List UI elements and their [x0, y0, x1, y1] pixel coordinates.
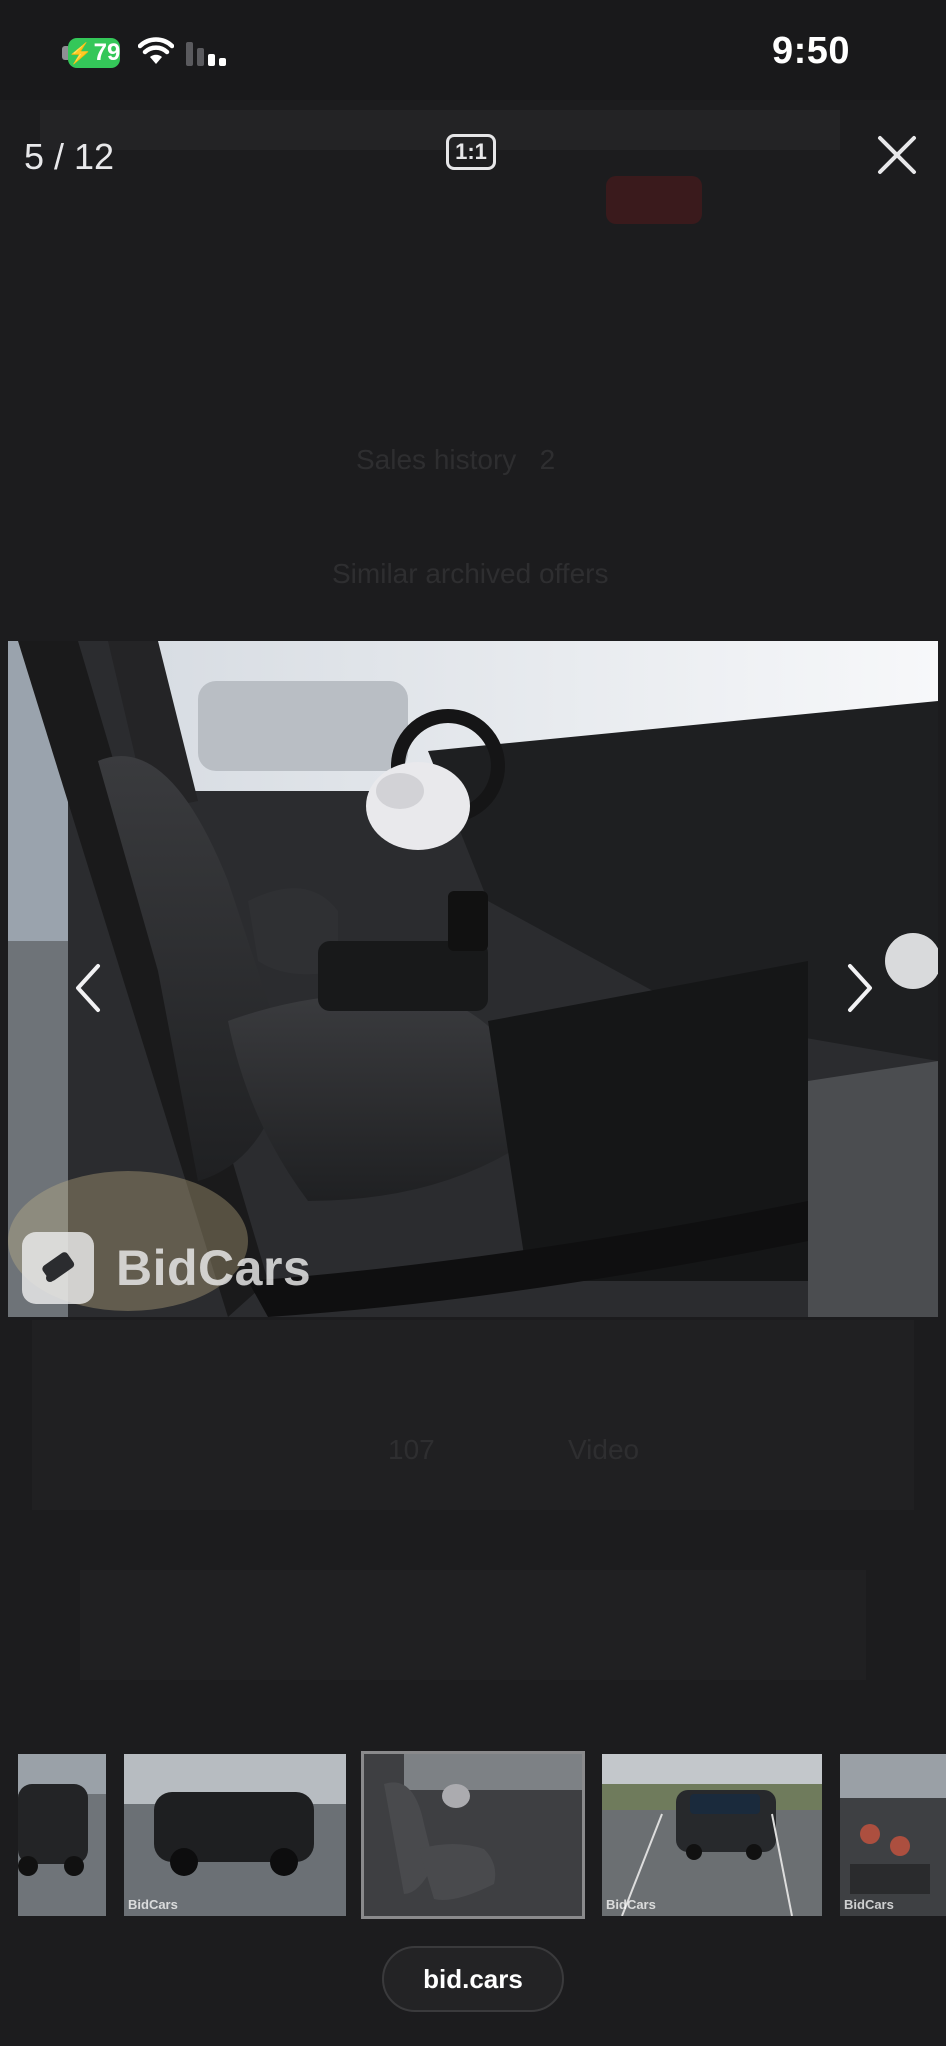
bg-cards-row	[80, 1570, 866, 1680]
bidcars-logo-icon	[22, 1232, 94, 1304]
thumbnail-watermark: BidCars	[606, 1897, 656, 1912]
battery-indicator: ⚡ 79	[68, 38, 120, 68]
thumbnail-item[interactable]: BidCars	[124, 1754, 346, 1916]
bg-header-block	[40, 110, 840, 150]
battery-level: 79	[93, 39, 121, 66]
car-interior-photo	[8, 641, 938, 1317]
actual-size-button[interactable]: 1:1	[446, 134, 496, 170]
image-counter: 5 / 12	[24, 136, 115, 177]
bg-sales-history: Sales history 2	[356, 444, 556, 475]
thumbnail-item[interactable]	[18, 1754, 106, 1916]
car-interior-photo	[364, 1754, 582, 1916]
thumbnail-watermark: BidCars	[128, 1897, 178, 1912]
thumbnail-item[interactable]: BidCars	[602, 1754, 822, 1916]
cellular-signal-icon	[186, 42, 226, 66]
charging-bolt-icon: ⚡	[67, 42, 93, 65]
car-side-photo	[124, 1754, 346, 1916]
bg-tab-count: 107	[388, 1434, 435, 1465]
bg-badge	[606, 176, 702, 224]
previous-arrow-icon[interactable]	[68, 958, 108, 1018]
url-bar[interactable]: bid.cars	[382, 1946, 564, 2012]
photo-watermark: BidCars	[22, 1232, 311, 1304]
bg-tab-video: Video	[568, 1434, 640, 1465]
watermark-text: BidCars	[116, 1240, 312, 1296]
thumbnail-watermark: BidCars	[844, 1897, 894, 1912]
bg-tabs-panel	[32, 1320, 914, 1510]
dashboard-photo	[840, 1754, 946, 1916]
wifi-icon	[138, 37, 174, 64]
car-front-damage-photo	[602, 1754, 822, 1916]
thumbnail-item[interactable]: BidCars	[840, 1754, 946, 1916]
close-icon[interactable]	[872, 130, 922, 180]
main-photo[interactable]	[8, 641, 938, 1317]
next-arrow-icon[interactable]	[840, 958, 880, 1018]
status-bar: ⚡ 79 9:50	[0, 0, 946, 100]
clock-time: 9:50	[771, 30, 850, 72]
thumbnail-item-active[interactable]	[361, 1751, 585, 1919]
thumbnail-strip: BidCars BidCars BidCars	[0, 1751, 946, 1919]
car-rear-photo	[18, 1754, 106, 1916]
bg-similar-offers: Similar archived offers	[332, 558, 609, 589]
